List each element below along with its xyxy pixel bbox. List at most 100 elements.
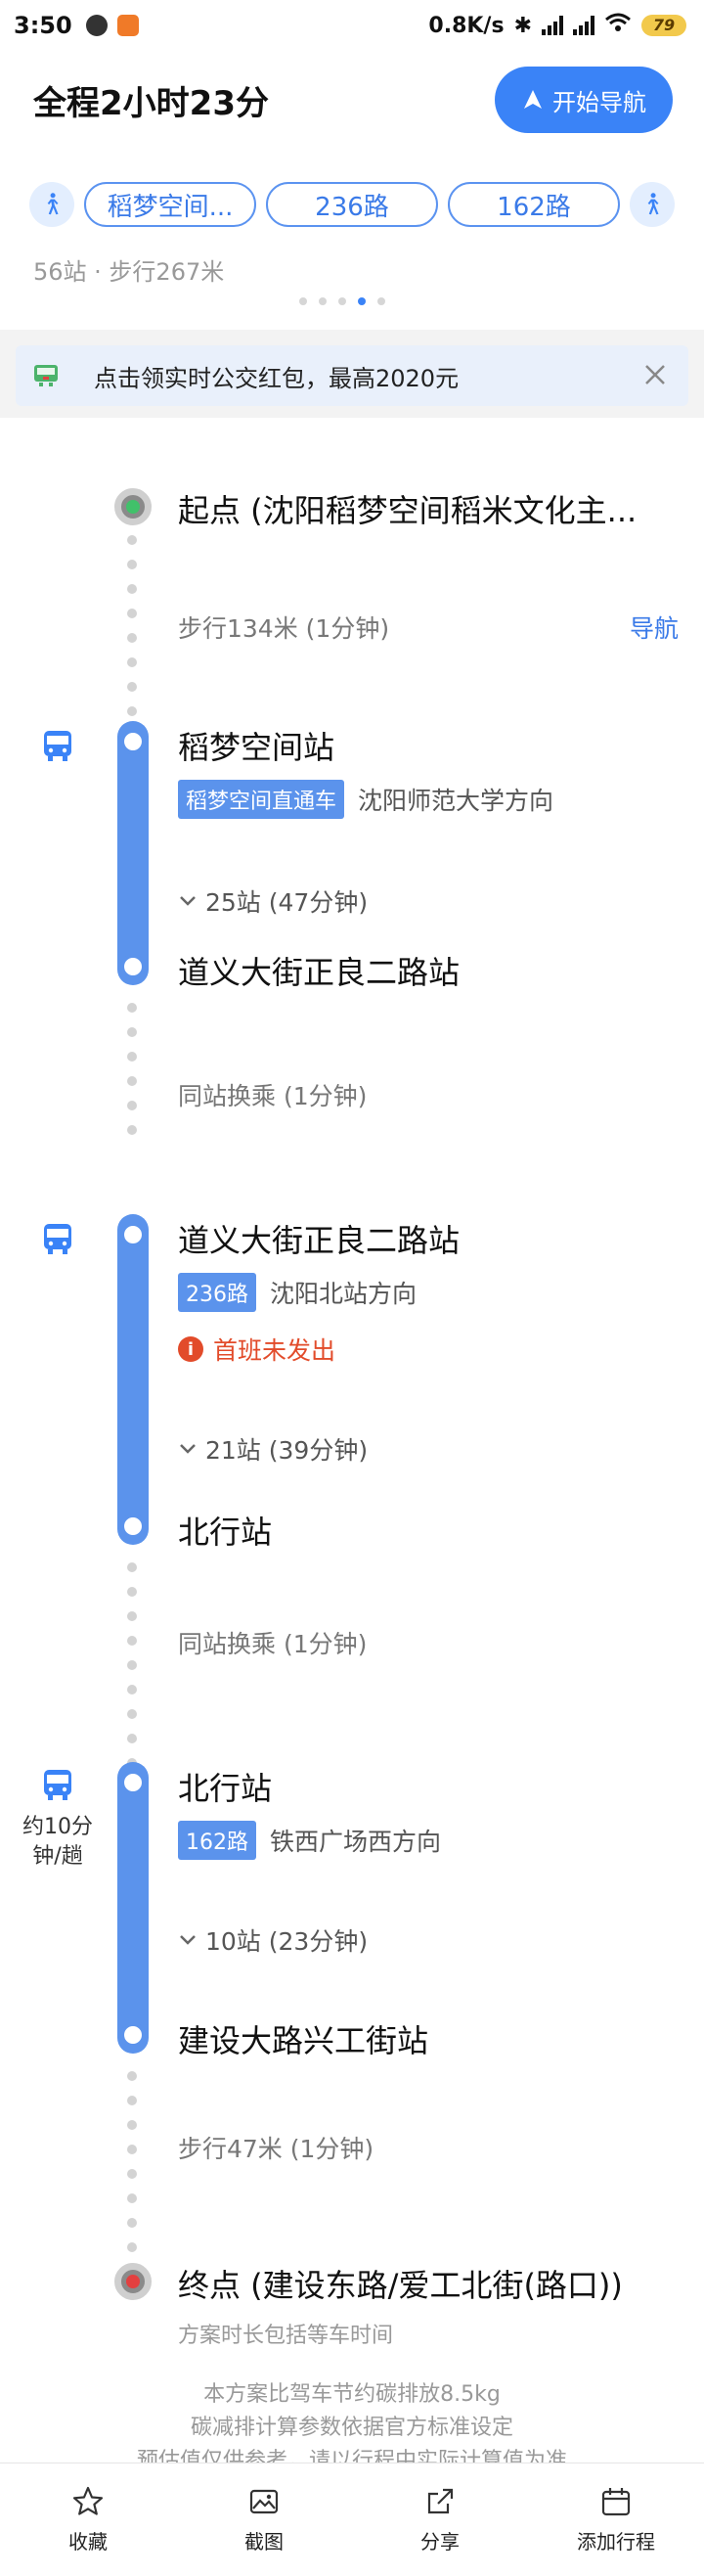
transfer-2: 同站换乘 (1分钟) bbox=[178, 1630, 368, 1658]
bus-ticket-icon bbox=[34, 365, 58, 386]
share-button[interactable]: 分享 bbox=[352, 2463, 528, 2576]
start-point[interactable]: 起点 (沈阳稻梦空间稻米文化主... bbox=[178, 486, 637, 531]
leg2-warning-text: 首班未发出 bbox=[213, 1336, 336, 1365]
total-time: 全程2小时23分 bbox=[33, 84, 269, 123]
route-header: 全程2小时23分 开始导航 稻梦空间... 236路 162路 56站 · 步行… bbox=[0, 51, 704, 330]
board-stop-marker bbox=[120, 1222, 146, 1247]
leg2-direction: 沈阳北站方向 bbox=[270, 1280, 418, 1308]
leg2-stops: 21站 (39分钟) bbox=[205, 1436, 369, 1465]
navigation-arrow-icon bbox=[524, 90, 542, 109]
bus-route-line-1 bbox=[117, 721, 149, 985]
star-icon bbox=[72, 2486, 104, 2515]
bluetooth-icon: ✱ bbox=[513, 13, 532, 38]
route-timeline: 起点 (沈阳稻梦空间稻米文化主... 步行134米 (1分钟) 导航 稻梦空间站… bbox=[0, 418, 704, 2473]
favorite-label: 收藏 bbox=[68, 2530, 108, 2553]
bus-icon bbox=[44, 731, 71, 761]
board-stop-marker bbox=[120, 729, 146, 754]
screenshot-button[interactable]: 截图 bbox=[176, 2463, 352, 2576]
leg1-stops: 25站 (47分钟) bbox=[205, 888, 369, 917]
route-summary: 56站 · 步行267米 bbox=[33, 258, 225, 286]
info-alert-icon: i bbox=[178, 1336, 203, 1362]
bus-icon bbox=[44, 1770, 71, 1800]
walk-dotted-line-2 bbox=[127, 2071, 137, 2267]
page-dot[interactable] bbox=[377, 297, 385, 305]
segment-chip-2[interactable]: 236路 bbox=[266, 182, 438, 227]
net-speed: 0.8K/s bbox=[428, 13, 505, 38]
page-indicator bbox=[299, 297, 385, 305]
alight-stop-marker bbox=[120, 1514, 146, 1539]
add-trip-button[interactable]: 添加行程 bbox=[528, 2463, 704, 2576]
leg3-alight-station[interactable]: 建设大路兴工街站 bbox=[178, 2016, 428, 2061]
segment-chip-3[interactable]: 162路 bbox=[448, 182, 620, 227]
carbon-line-1: 本方案比驾车节约碳排放8.5kg bbox=[203, 2382, 501, 2407]
close-icon[interactable] bbox=[641, 361, 669, 388]
carbon-line-2: 碳减排计算参数依据官方标准设定 bbox=[190, 2416, 513, 2440]
share-icon bbox=[427, 2488, 454, 2514]
leg2-warning: i 首班未发出 bbox=[178, 1332, 335, 1367]
leg3-line-info[interactable]: 162路 铁西广场西方向 bbox=[178, 1821, 441, 1860]
page-dot[interactable] bbox=[319, 297, 327, 305]
leg1-alight-station[interactable]: 道义大街正良二路站 bbox=[178, 948, 460, 993]
leg2-alight-station[interactable]: 北行站 bbox=[178, 1508, 272, 1553]
bus-route-line-3 bbox=[117, 1762, 149, 2054]
leg3-line-tag: 162路 bbox=[178, 1821, 256, 1860]
status-time: 3:50 bbox=[14, 12, 72, 39]
leg2-board-station[interactable]: 道义大街正良二路站 bbox=[178, 1216, 460, 1261]
walk-navigate-link[interactable]: 导航 bbox=[630, 610, 679, 645]
leg2-stops-toggle[interactable]: 21站 (39分钟) bbox=[178, 1431, 368, 1467]
transfer-1: 同站换乘 (1分钟) bbox=[178, 1082, 368, 1110]
chevron-down-icon bbox=[180, 1935, 196, 1945]
battery-icon: 79 bbox=[641, 15, 686, 36]
screenshot-label: 截图 bbox=[244, 2530, 284, 2553]
app-notification-icon bbox=[116, 15, 139, 36]
leg2-line-tag: 236路 bbox=[178, 1273, 256, 1312]
segment-chip-1[interactable]: 稻梦空间... bbox=[84, 182, 256, 227]
favorite-button[interactable]: 收藏 bbox=[0, 2463, 176, 2576]
wifi-icon bbox=[604, 12, 632, 39]
signal-icon-2 bbox=[573, 16, 594, 35]
transfer-dotted-line-2 bbox=[127, 1562, 137, 1783]
leg1-stops-toggle[interactable]: 25站 (47分钟) bbox=[178, 883, 368, 919]
alight-stop-marker bbox=[120, 2022, 146, 2048]
add-trip-label: 添加行程 bbox=[577, 2530, 655, 2553]
bottom-toolbar: 收藏 截图 分享 添加行程 bbox=[0, 2463, 704, 2576]
signal-icon bbox=[542, 16, 563, 35]
board-stop-marker bbox=[120, 1770, 146, 1795]
transfer-dotted-line-1 bbox=[127, 1003, 137, 1150]
leg1-board-station[interactable]: 稻梦空间站 bbox=[178, 723, 334, 768]
leg2-line-info[interactable]: 236路 沈阳北站方向 bbox=[178, 1273, 417, 1312]
route-segments: 稻梦空间... 236路 162路 bbox=[29, 180, 675, 229]
end-point[interactable]: 终点 (建设东路/爱工北街(路口)) bbox=[178, 2261, 623, 2306]
promo-banner[interactable]: 点击领实时公交红包，最高2020元 bbox=[16, 345, 688, 406]
image-icon bbox=[249, 2489, 279, 2514]
leg3-stops-toggle[interactable]: 10站 (23分钟) bbox=[178, 1922, 368, 1958]
walk-step-2: 步行47米 (1分钟) bbox=[178, 2135, 374, 2163]
page-dot[interactable] bbox=[338, 297, 346, 305]
shield-status-icon bbox=[85, 15, 108, 36]
end-note: 方案时长包括等车时间 bbox=[178, 2324, 394, 2348]
walk-segment-end[interactable] bbox=[630, 182, 675, 227]
leg1-line-tag: 稻梦空间直通车 bbox=[178, 780, 345, 819]
share-label: 分享 bbox=[420, 2530, 460, 2553]
page-dot[interactable] bbox=[299, 297, 307, 305]
status-right: 0.8K/s ✱ 79 bbox=[428, 12, 686, 39]
chevron-down-icon bbox=[180, 896, 196, 906]
walk-icon bbox=[647, 193, 659, 215]
chevron-down-icon bbox=[180, 1444, 196, 1454]
start-navigation-label: 开始导航 bbox=[552, 88, 646, 116]
start-point-marker bbox=[114, 488, 152, 525]
leg3-direction: 铁西广场西方向 bbox=[270, 1828, 442, 1856]
walk-step-1: 步行134米 (1分钟) bbox=[178, 614, 390, 643]
leg1-direction: 沈阳师范大学方向 bbox=[358, 787, 554, 815]
bus-icon bbox=[44, 1224, 71, 1254]
start-navigation-button[interactable]: 开始导航 bbox=[495, 67, 673, 133]
promo-text: 点击领实时公交红包，最高2020元 bbox=[94, 364, 460, 392]
page-dot[interactable] bbox=[358, 297, 366, 305]
walk-segment-start[interactable] bbox=[29, 182, 74, 227]
leg1-line-info[interactable]: 稻梦空间直通车 沈阳师范大学方向 bbox=[178, 780, 553, 819]
status-bar: 3:50 0.8K/s ✱ 79 bbox=[0, 0, 704, 51]
leg3-stops: 10站 (23分钟) bbox=[205, 1927, 369, 1956]
end-point-marker bbox=[114, 2263, 152, 2300]
alight-stop-marker bbox=[120, 954, 146, 979]
leg3-board-station[interactable]: 北行站 bbox=[178, 1764, 272, 1809]
